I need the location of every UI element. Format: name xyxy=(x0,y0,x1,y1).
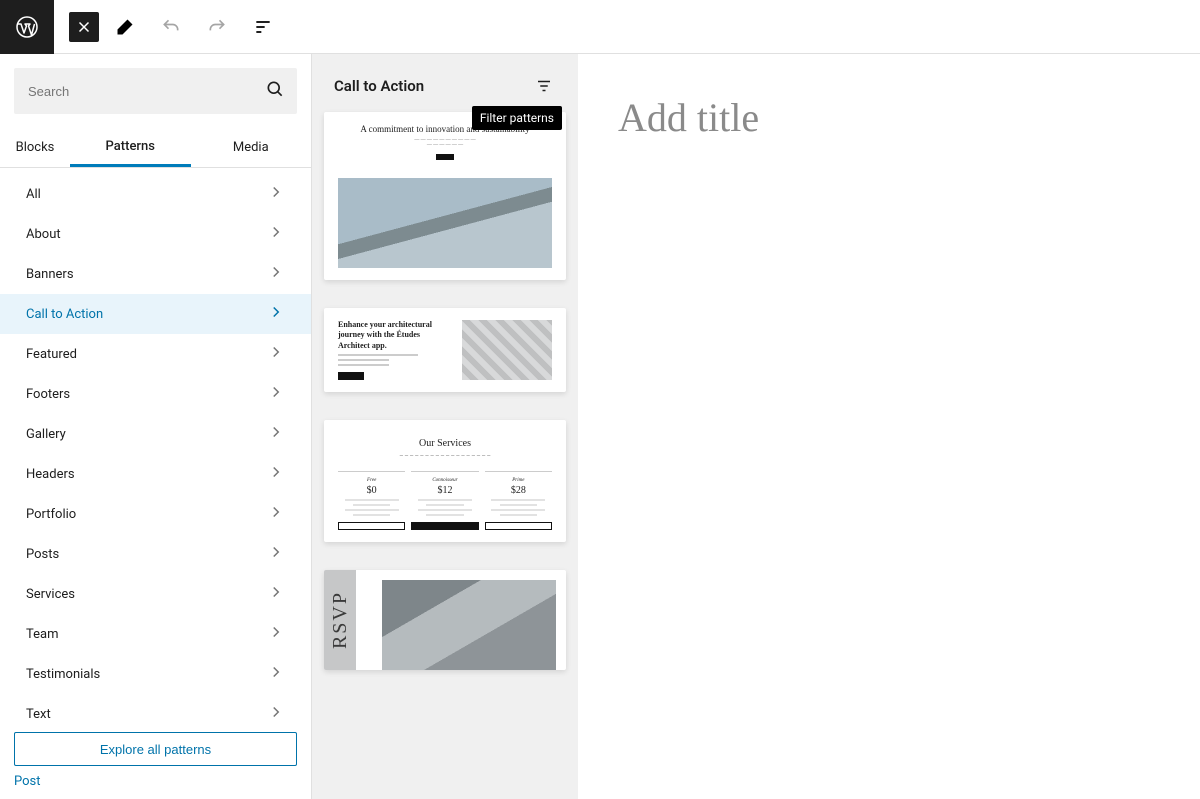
explore-all-patterns-button[interactable]: Explore all patterns xyxy=(14,732,297,766)
pattern-category-item[interactable]: Banners xyxy=(0,254,311,294)
pattern-heading: Our Services xyxy=(338,438,552,449)
chevron-right-icon xyxy=(267,583,285,605)
pattern-category-item[interactable]: Featured xyxy=(0,334,311,374)
editor-canvas[interactable]: Add title xyxy=(578,54,1200,799)
pricing-tier: Prime $28 xyxy=(485,471,552,530)
tier-name: Free xyxy=(338,478,405,483)
filter-patterns-tooltip: Filter patterns xyxy=(472,106,562,130)
post-title-input[interactable]: Add title xyxy=(618,94,1160,141)
chevron-right-icon xyxy=(267,423,285,445)
chevron-right-icon xyxy=(267,543,285,565)
tools-button[interactable] xyxy=(105,7,145,47)
category-label: Team xyxy=(26,627,59,642)
tier-price: $28 xyxy=(485,485,552,496)
inserter-tabs: Blocks Patterns Media xyxy=(0,128,311,168)
category-label: Testimonials xyxy=(26,667,100,682)
pattern-card[interactable]: Enhance your architectural journey with … xyxy=(324,308,566,392)
chevron-right-icon xyxy=(267,703,285,720)
pattern-cta-chip xyxy=(338,372,364,380)
pattern-category-item[interactable]: Posts xyxy=(0,534,311,574)
pattern-category-item[interactable]: Footers xyxy=(0,374,311,414)
editor-toolbar xyxy=(0,0,1200,54)
tier-price: $12 xyxy=(411,485,478,496)
tab-patterns[interactable]: Patterns xyxy=(70,128,191,167)
chevron-right-icon xyxy=(267,663,285,685)
pattern-category-item[interactable]: About xyxy=(0,214,311,254)
decorative-line xyxy=(338,354,418,356)
pattern-category-list: All About Banners Call to Action Featured Foo… xyxy=(0,168,311,720)
tier-action xyxy=(485,522,552,530)
category-label: Featured xyxy=(26,347,77,362)
category-label: About xyxy=(26,227,61,242)
pattern-category-item[interactable]: All xyxy=(0,174,311,214)
pattern-card[interactable]: RSVP xyxy=(324,570,566,670)
pattern-cta-chip xyxy=(436,154,454,160)
category-label: Banners xyxy=(26,267,74,282)
pattern-subtext: — — — — — — — — — —— — — — — — xyxy=(338,138,552,148)
filter-patterns-button[interactable]: Filter patterns xyxy=(532,74,556,98)
pattern-category-item[interactable]: Testimonials xyxy=(0,654,311,694)
pattern-subtext: — — — — — — — — — — — — — — — — — — xyxy=(338,453,552,459)
undo-button[interactable] xyxy=(151,7,191,47)
pattern-category-item[interactable]: Gallery xyxy=(0,414,311,454)
redo-button[interactable] xyxy=(197,7,237,47)
pattern-category-item[interactable]: Portfolio xyxy=(0,494,311,534)
chevron-right-icon xyxy=(267,623,285,645)
chevron-right-icon xyxy=(267,223,285,245)
chevron-right-icon xyxy=(267,303,285,325)
chevron-right-icon xyxy=(267,343,285,365)
pricing-tier: Connoisseur $12 xyxy=(411,471,478,530)
decorative-line xyxy=(338,364,389,366)
tab-blocks[interactable]: Blocks xyxy=(0,128,70,167)
search-icon xyxy=(265,79,285,103)
pricing-tier: Free $0 xyxy=(338,471,405,530)
pattern-image xyxy=(462,320,552,380)
tier-action xyxy=(338,522,405,530)
pattern-category-item[interactable]: Text xyxy=(0,694,311,720)
category-label: Call to Action xyxy=(26,307,103,322)
pattern-heading: Enhance your architectural journey with … xyxy=(338,320,452,351)
category-label: All xyxy=(26,187,41,202)
pattern-category-item[interactable]: Call to Action xyxy=(0,294,311,334)
pattern-card[interactable]: A commitment to innovation and sustainab… xyxy=(324,112,566,280)
pattern-card[interactable]: Our Services — — — — — — — — — — — — — —… xyxy=(324,420,566,542)
pattern-category-item[interactable]: Headers xyxy=(0,454,311,494)
category-label: Posts xyxy=(26,547,59,562)
post-link[interactable]: Post xyxy=(0,770,311,799)
chevron-right-icon xyxy=(267,383,285,405)
tier-price: $0 xyxy=(338,485,405,496)
pattern-category-item[interactable]: Team xyxy=(0,614,311,654)
chevron-right-icon xyxy=(267,503,285,525)
chevron-right-icon xyxy=(267,263,285,285)
decorative-line xyxy=(338,359,389,361)
tier-name: Connoisseur xyxy=(411,478,478,483)
pattern-category-item[interactable]: Services xyxy=(0,574,311,614)
chevron-right-icon xyxy=(267,463,285,485)
pattern-preview-panel: Call to Action Filter patterns A commitm… xyxy=(312,54,578,799)
chevron-right-icon xyxy=(267,183,285,205)
close-inserter-button[interactable] xyxy=(69,12,99,42)
tab-media[interactable]: Media xyxy=(191,128,312,167)
search-field-wrapper xyxy=(14,68,297,114)
wordpress-logo[interactable] xyxy=(0,0,54,54)
category-label: Gallery xyxy=(26,427,66,442)
document-overview-button[interactable] xyxy=(243,7,283,47)
tier-name: Prime xyxy=(485,478,552,483)
category-label: Footers xyxy=(26,387,70,402)
tier-action xyxy=(411,522,478,530)
category-label: Services xyxy=(26,587,75,602)
pattern-image xyxy=(382,580,556,670)
category-label: Headers xyxy=(26,467,75,482)
preview-panel-title: Call to Action xyxy=(334,77,424,95)
search-input[interactable] xyxy=(26,83,265,100)
category-label: Text xyxy=(26,707,51,721)
rsvp-label-strip: RSVP xyxy=(324,570,356,670)
pattern-image xyxy=(338,178,552,268)
category-label: Portfolio xyxy=(26,507,76,522)
inserter-sidebar: Blocks Patterns Media All About Banners Cal… xyxy=(0,54,312,799)
